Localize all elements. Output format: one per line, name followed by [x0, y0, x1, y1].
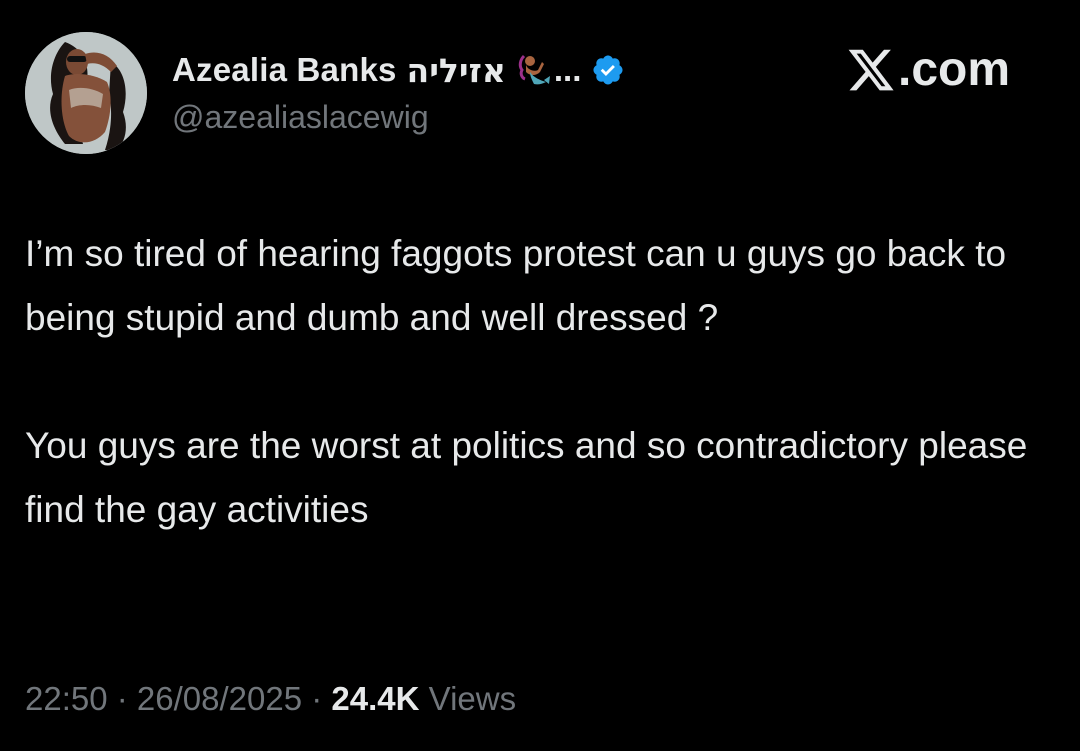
- author-hebrew-name: אזיליה: [406, 50, 506, 90]
- tweet-time[interactable]: 22:50: [25, 680, 108, 717]
- x-logo-icon: [848, 49, 894, 90]
- author-name-row[interactable]: Azealia Banks אזיליה ...: [172, 44, 625, 96]
- author-handle[interactable]: @azealiaslacewig: [172, 99, 429, 136]
- author-display-name[interactable]: Azealia Banks: [172, 51, 397, 89]
- tweet-paragraph-2: You guys are the worst at politics and s…: [25, 425, 1028, 530]
- source-watermark: .com: [846, 42, 1010, 97]
- meta-separator: ·: [107, 680, 137, 717]
- source-domain: .com: [898, 43, 1011, 96]
- tweet-date[interactable]: 26/08/2025: [137, 680, 302, 717]
- tweet-card: Azealia Banks אזיליה ... @azealiaslacewi…: [0, 0, 1080, 751]
- tweet-text: I’m so tired of hearing faggots protest …: [25, 222, 1065, 542]
- name-truncation-ellipsis: ...: [553, 51, 582, 88]
- meta-separator: ·: [302, 680, 332, 717]
- views-count: 24.4K: [331, 680, 420, 717]
- tweet-paragraph-1: I’m so tired of hearing faggots protest …: [25, 233, 1007, 338]
- verified-badge-icon: [591, 53, 625, 87]
- mermaid-emoji-icon: [516, 52, 552, 88]
- views-label: Views: [419, 680, 517, 717]
- avatar[interactable]: [25, 32, 147, 154]
- tweet-meta: 22:50 · 26/08/2025 · 24.4K Views: [25, 680, 516, 718]
